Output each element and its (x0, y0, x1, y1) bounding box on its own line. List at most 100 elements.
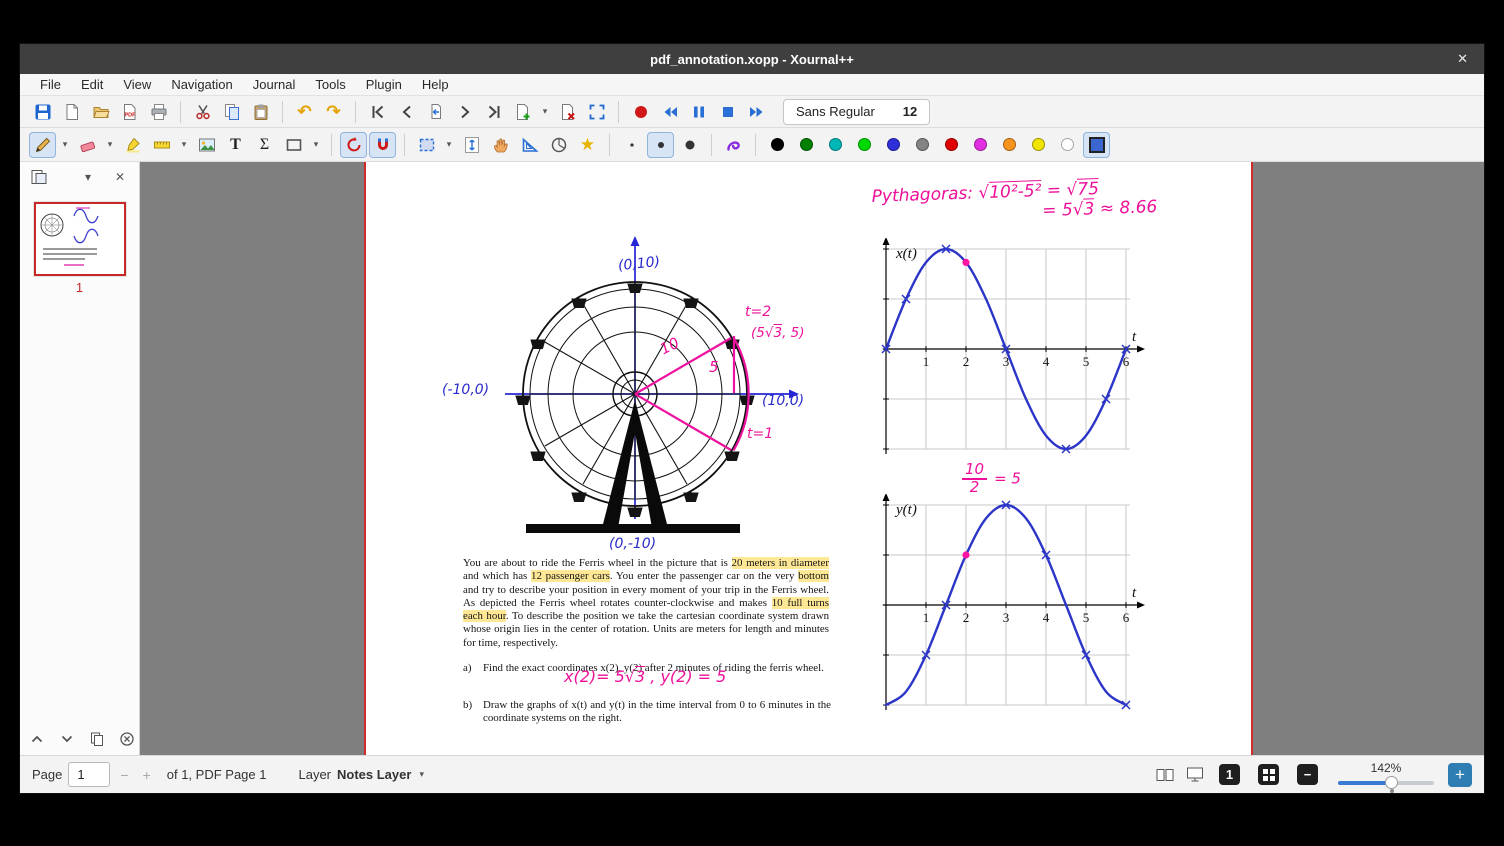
zoom-fit-button[interactable] (1258, 764, 1279, 785)
pen-button[interactable] (29, 131, 56, 158)
thickness-thick-button[interactable] (676, 132, 703, 158)
color-yellow[interactable] (1025, 132, 1052, 158)
color-blue[interactable] (880, 132, 907, 158)
new-file-button[interactable] (58, 99, 85, 125)
math-tex-button[interactable]: Σ (251, 132, 278, 158)
menu-plugin[interactable]: Plugin (356, 75, 412, 94)
record-button[interactable] (627, 99, 654, 125)
color-green[interactable] (793, 132, 820, 158)
rotation-snap-button[interactable] (340, 131, 367, 158)
undo-button[interactable]: ↶ (291, 99, 318, 125)
zoom-out-button[interactable]: − (1297, 764, 1318, 785)
zoom-slider-knob[interactable] (1385, 775, 1399, 789)
page-thumbnail[interactable] (33, 202, 126, 276)
new-page-button[interactable] (509, 99, 536, 125)
page-number-input[interactable] (68, 762, 111, 787)
select-rect-button[interactable] (413, 132, 440, 158)
color-select-button[interactable] (1083, 131, 1110, 158)
svg-text:5: 5 (1083, 610, 1090, 625)
prev-annotated-button[interactable] (422, 99, 449, 125)
color-light-green[interactable] (851, 132, 878, 158)
eraser-dropdown[interactable]: ▾ (103, 132, 117, 158)
shape-dropdown[interactable]: ▾ (309, 132, 323, 158)
shape-recognizer-button[interactable] (280, 132, 307, 158)
delete-page-button[interactable] (554, 99, 581, 125)
color-white[interactable] (1054, 132, 1081, 158)
thickness-medium-button[interactable] (647, 131, 674, 158)
menu-help[interactable]: Help (412, 75, 459, 94)
color-magenta[interactable] (967, 132, 994, 158)
preview-pane-icon[interactable] (28, 166, 50, 188)
ruler-dropdown[interactable]: ▾ (177, 132, 191, 158)
hand-tool-button[interactable] (487, 132, 514, 158)
color-black[interactable] (764, 132, 791, 158)
copy-button[interactable] (218, 99, 245, 125)
color-orange[interactable] (996, 132, 1023, 158)
cut-button[interactable] (189, 99, 216, 125)
menu-view[interactable]: View (113, 75, 161, 94)
select-dropdown[interactable]: ▾ (442, 132, 456, 158)
menu-file[interactable]: File (30, 75, 71, 94)
ruler-button[interactable] (148, 132, 175, 158)
stop-button[interactable] (714, 99, 741, 125)
pause-button[interactable] (685, 99, 712, 125)
color-red[interactable] (938, 132, 965, 158)
last-page-button[interactable] (480, 99, 507, 125)
preview-dropdown[interactable]: ▾ (77, 166, 99, 188)
dual-page-view-button[interactable] (1153, 764, 1177, 786)
svg-text:1: 1 (923, 354, 930, 369)
color-gray[interactable] (909, 132, 936, 158)
fullscreen-button[interactable] (583, 99, 610, 125)
sidebar-down-button[interactable] (56, 728, 78, 750)
spline-button[interactable] (720, 132, 747, 158)
fast-forward-button[interactable] (743, 99, 770, 125)
color-teal[interactable] (822, 132, 849, 158)
thickness-fine-button[interactable] (618, 132, 645, 158)
menu-navigation[interactable]: Navigation (161, 75, 242, 94)
zoom-in-button[interactable]: + (1448, 762, 1472, 787)
preview-close-button[interactable]: ✕ (109, 166, 131, 188)
xournal-window: pdf_annotation.xopp - Xournal++ ✕ File Ed… (20, 44, 1484, 793)
menu-tools[interactable]: Tools (305, 75, 355, 94)
pdf-page[interactable]: (0,10) (-10,0) (10,0) (0,-10) t=2 (5√3, … (364, 162, 1253, 755)
print-button[interactable] (145, 99, 172, 125)
prev-page-button[interactable] (393, 99, 420, 125)
grid-snap-button[interactable] (369, 131, 396, 158)
label-coord-left: (-10,0) (442, 382, 490, 398)
save-button[interactable] (29, 99, 56, 125)
presentation-mode-button[interactable] (1183, 764, 1207, 786)
open-folder-button[interactable] (87, 99, 114, 125)
text-tool-button[interactable]: T (222, 132, 249, 158)
vertical-space-button[interactable] (458, 132, 485, 158)
sidebar-up-button[interactable] (26, 728, 48, 750)
window-title: pdf_annotation.xopp - Xournal++ (650, 51, 854, 67)
new-page-dropdown[interactable]: ▾ (538, 99, 552, 125)
menu-journal[interactable]: Journal (243, 75, 306, 94)
zoom-slider[interactable] (1338, 775, 1434, 793)
redo-button[interactable]: ↷ (320, 99, 347, 125)
layer-badge-button[interactable]: 1 (1219, 764, 1240, 785)
page-increment-button[interactable]: + (139, 767, 155, 783)
toolbar-tools: ▾ ▾ ▾ T Σ ▾ ▾ ★ (20, 128, 1484, 162)
paste-button[interactable] (247, 99, 274, 125)
document-canvas[interactable]: (0,10) (-10,0) (10,0) (0,-10) t=2 (5√3, … (140, 162, 1484, 755)
pen-dropdown[interactable]: ▾ (58, 132, 72, 158)
page-decrement-button[interactable]: − (116, 767, 132, 783)
image-button[interactable] (193, 132, 220, 158)
delete-page-sidebar-button[interactable] (116, 728, 138, 750)
first-page-button[interactable] (364, 99, 391, 125)
highlighter-button[interactable] (119, 132, 146, 158)
toolbar-main: PDF ↶ ↷ ▾ Sans Regular 12 (20, 96, 1484, 128)
export-pdf-button[interactable]: PDF (116, 99, 143, 125)
layer-selector[interactable]: Notes Layer ▾ (337, 767, 424, 782)
menu-edit[interactable]: Edit (71, 75, 113, 94)
draw-circle-button[interactable] (545, 132, 572, 158)
next-page-button[interactable] (451, 99, 478, 125)
copy-page-button[interactable] (86, 728, 108, 750)
rewind-button[interactable] (656, 99, 683, 125)
draw-star-button[interactable]: ★ (574, 132, 601, 158)
eraser-button[interactable] (74, 132, 101, 158)
draw-triangle-button[interactable] (516, 132, 543, 158)
font-selector[interactable]: Sans Regular 12 (783, 98, 931, 125)
window-close-button[interactable]: ✕ (1457, 51, 1468, 67)
